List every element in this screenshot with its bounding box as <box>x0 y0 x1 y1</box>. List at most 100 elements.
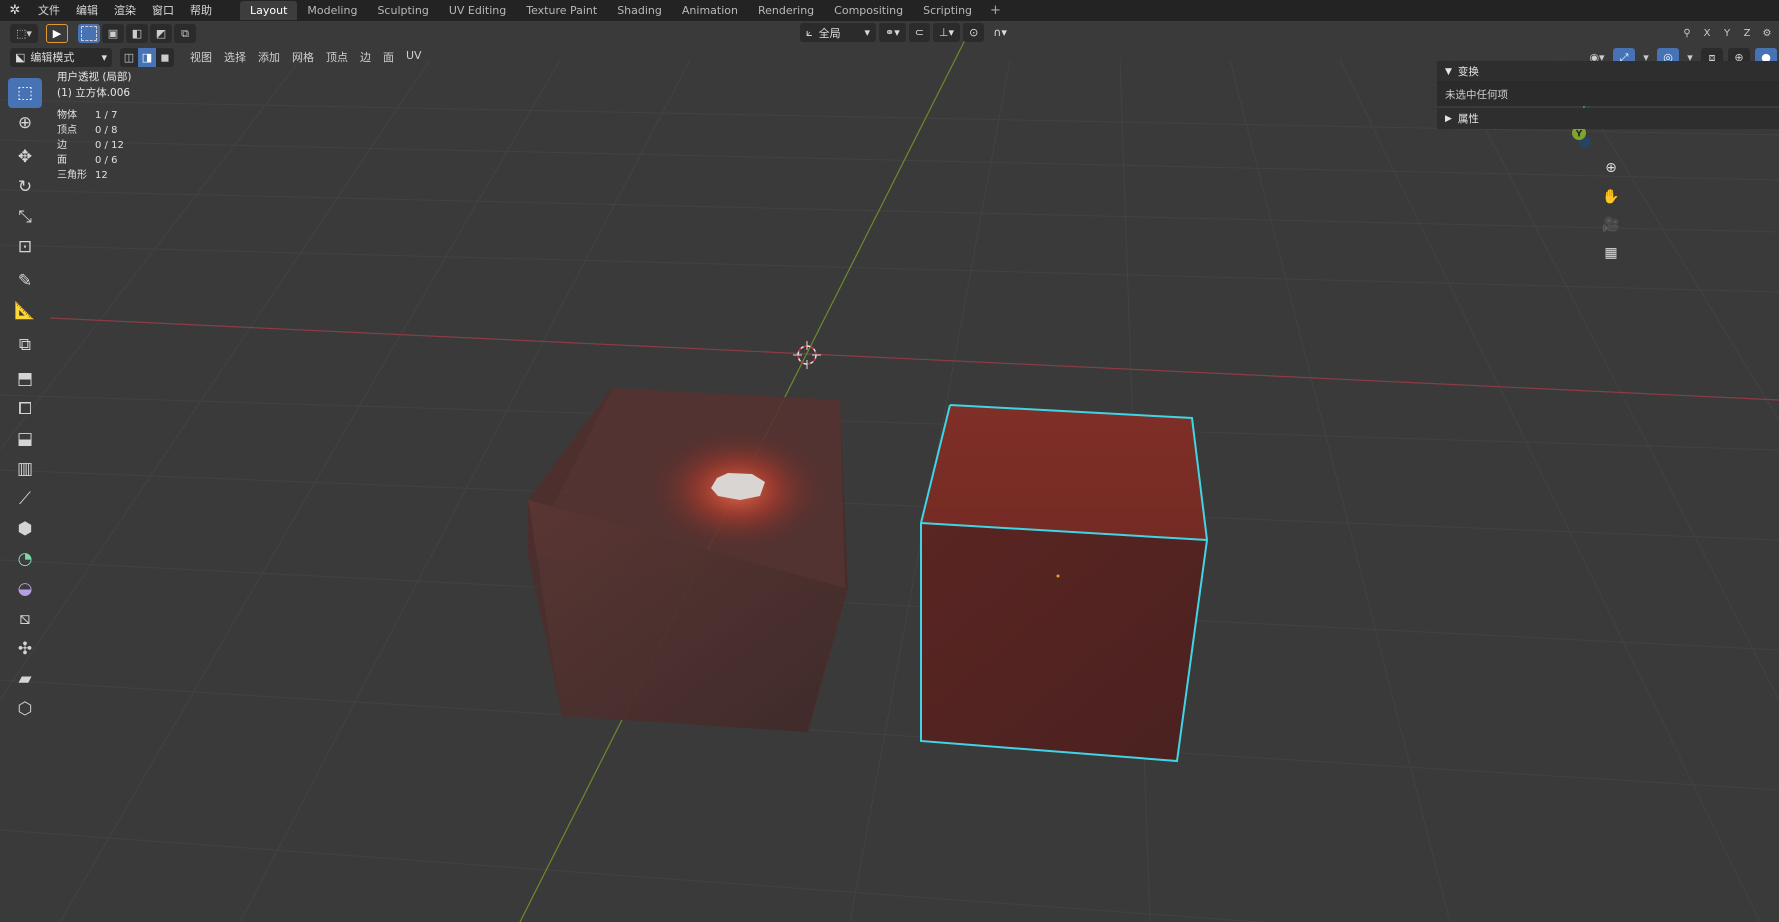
options-icon[interactable]: ⚙ <box>1759 26 1775 41</box>
add-cube-tool[interactable]: ⧉ <box>8 330 42 360</box>
menu-add[interactable]: 添加 <box>252 49 286 65</box>
mirror-icon[interactable]: ⚲ <box>1679 26 1695 41</box>
edge-select-button[interactable]: ◨ <box>138 47 156 67</box>
rip-region-icon: ⬡ <box>17 699 33 719</box>
knife-tool[interactable]: ⟋ <box>8 484 42 514</box>
axis-z-toggle[interactable]: Z <box>1739 26 1755 41</box>
select-new-icon <box>81 26 97 41</box>
transform-tool[interactable]: ⊡ <box>8 232 42 262</box>
smooth-tool[interactable]: ◒ <box>8 574 42 604</box>
menu-view[interactable]: 视图 <box>184 49 218 65</box>
transform-icon: ⊡ <box>17 237 33 257</box>
scene-statistics: 物体 1 / 7 顶点 0 / 8 边 0 / 12 面 0 / 6 三角形 12 <box>57 108 124 183</box>
spin-icon: ◔ <box>17 549 33 569</box>
loop-cut-icon: ▥ <box>16 459 34 479</box>
snap-icon: ⊥▾ <box>938 26 955 39</box>
shrink-fatten-tool[interactable]: ✣ <box>8 634 42 664</box>
stat-value: 1 / 7 <box>95 110 118 121</box>
interaction-mode-dropdown[interactable]: ⬕ 编辑模式 ▾ <box>10 47 112 67</box>
transform-orientation-dropdown[interactable]: ⟀ 全局 ▾ <box>800 23 876 42</box>
zoom-button[interactable]: ⊕ <box>1599 156 1623 180</box>
edit-mode-icon: ⬕ <box>15 50 26 64</box>
properties-panel-title: 属性 <box>1457 113 1479 125</box>
stat-value: 0 / 6 <box>95 155 118 166</box>
snap-target-dropdown[interactable]: ⊥▾ <box>932 23 961 42</box>
measure-tool[interactable]: 📐 <box>8 296 42 326</box>
select-subtract-button[interactable]: ◧ <box>126 24 148 43</box>
menu-face[interactable]: 面 <box>377 49 400 65</box>
snap-toggle[interactable]: ⊂ <box>908 23 930 42</box>
move-arrows-icon: ✥ <box>17 147 33 167</box>
extrude-tool[interactable]: ⬒ <box>8 364 42 394</box>
pivot-point-dropdown[interactable]: ⚭▾ <box>879 23 906 42</box>
viewport-3d[interactable] <box>0 0 1779 922</box>
scale-tool[interactable]: ⤡ <box>8 202 42 232</box>
stat-row: 三角形 12 <box>57 168 124 183</box>
loop-cut-tool[interactable]: ▥ <box>8 454 42 484</box>
annotate-tool[interactable]: ✎ <box>8 266 42 296</box>
magnet-icon: ⊂ <box>914 26 924 39</box>
axis-lock-group: ⚲ X Y Z ⚙ <box>1679 23 1775 44</box>
edge-slide-tool[interactable]: ⧅ <box>8 604 42 634</box>
viewport-info: 用户透视 (局部) (1) 立方体.006 <box>57 69 132 101</box>
rip-tool[interactable]: ⬡ <box>8 694 42 724</box>
transform-panel-header[interactable]: ▼ 变换 <box>1437 61 1779 82</box>
menu-edge[interactable]: 边 <box>354 49 377 65</box>
select-extend-icon: ▣ <box>107 27 119 40</box>
inset-tool[interactable]: ⧠ <box>8 394 42 424</box>
zoom-icon: ⊕ <box>1605 160 1617 176</box>
face-select-button[interactable]: ◼ <box>156 47 174 67</box>
rotate-tool[interactable]: ↻ <box>8 172 42 202</box>
bevel-tool[interactable]: ⬓ <box>8 424 42 454</box>
menu-uv[interactable]: UV <box>400 49 428 65</box>
move-tool[interactable]: ✥ <box>8 142 42 172</box>
select-extend-button[interactable]: ▣ <box>102 24 124 43</box>
editor-type-button[interactable]: ⬚▾ <box>10 24 38 43</box>
axis-y-toggle[interactable]: Y <box>1719 26 1735 41</box>
menu-select[interactable]: 选择 <box>218 49 252 65</box>
axis-x-toggle[interactable]: X <box>1699 26 1715 41</box>
active-object-name: (1) 立方体.006 <box>57 87 131 99</box>
cursor-tool[interactable]: ⊕ <box>8 108 42 138</box>
transform-tools: ⟀ 全局 ▾ ⚭▾ ⊂ ⊥▾ ⊙ ∩▾ <box>800 23 1013 42</box>
select-new-button[interactable] <box>78 24 100 43</box>
edge-slide-icon: ⧅ <box>19 609 31 629</box>
tool-shelf: ⬚ ⊕ ✥ ↻ ⤡ ⊡ ✎ 📐 ⧉ ⬒ ⧠ ⬓ ▥ ⟋ ⬢ ◔ ◒ ⧅ ✣ ▰ … <box>8 78 42 724</box>
cursor-arrow-icon: ▶ <box>52 27 62 40</box>
camera-view-button[interactable]: 🎥 <box>1599 213 1623 237</box>
menu-vertex[interactable]: 顶点 <box>320 49 354 65</box>
vertex-select-button[interactable]: ◫ <box>120 47 138 67</box>
3d-cursor[interactable] <box>793 341 821 369</box>
transform-panel-body: 未选中任何项 <box>1437 82 1779 106</box>
proportional-falloff-dropdown[interactable]: ∩▾ <box>987 23 1013 42</box>
extrude-icon: ⬒ <box>16 369 34 389</box>
cursor-crosshair-icon: ⊕ <box>17 113 33 133</box>
gizmo-y-label: Y <box>1575 130 1583 140</box>
select-invert-button[interactable]: ◩ <box>150 24 172 43</box>
scale-icon: ⤡ <box>18 207 32 227</box>
menu-mesh[interactable]: 网格 <box>286 49 320 65</box>
right-cube[interactable] <box>920 404 1209 763</box>
proportional-icon: ⊙ <box>969 26 979 39</box>
shear-tool[interactable]: ▰ <box>8 664 42 694</box>
stat-row: 物体 1 / 7 <box>57 108 124 123</box>
ortho-toggle-button[interactable]: ▦ <box>1599 241 1623 265</box>
stat-row: 边 0 / 12 <box>57 138 124 153</box>
editor-type-icon: ⬚▾ <box>16 27 32 40</box>
select-box-tool[interactable]: ⬚ <box>8 78 42 108</box>
pivot-icon: ⚭▾ <box>885 26 900 39</box>
x-axis-line <box>49 317 1779 401</box>
pencil-icon: ✎ <box>17 271 33 291</box>
spin-tool[interactable]: ◔ <box>8 544 42 574</box>
stat-label: 边 <box>57 140 67 151</box>
select-intersect-button[interactable]: ⧉ <box>174 24 196 43</box>
pan-button[interactable]: ✋ <box>1599 185 1623 209</box>
left-cube[interactable] <box>528 388 848 732</box>
proportional-edit-toggle[interactable]: ⊙ <box>963 23 985 42</box>
rotate-icon: ↻ <box>17 177 33 197</box>
tool-select-mode-button[interactable]: ▶ <box>46 24 68 43</box>
poly-build-tool[interactable]: ⬢ <box>8 514 42 544</box>
properties-panel-header[interactable]: ▶ 属性 <box>1437 108 1779 129</box>
orientation-label: 全局 <box>818 26 841 40</box>
select-intersect-icon: ⧉ <box>181 26 189 40</box>
